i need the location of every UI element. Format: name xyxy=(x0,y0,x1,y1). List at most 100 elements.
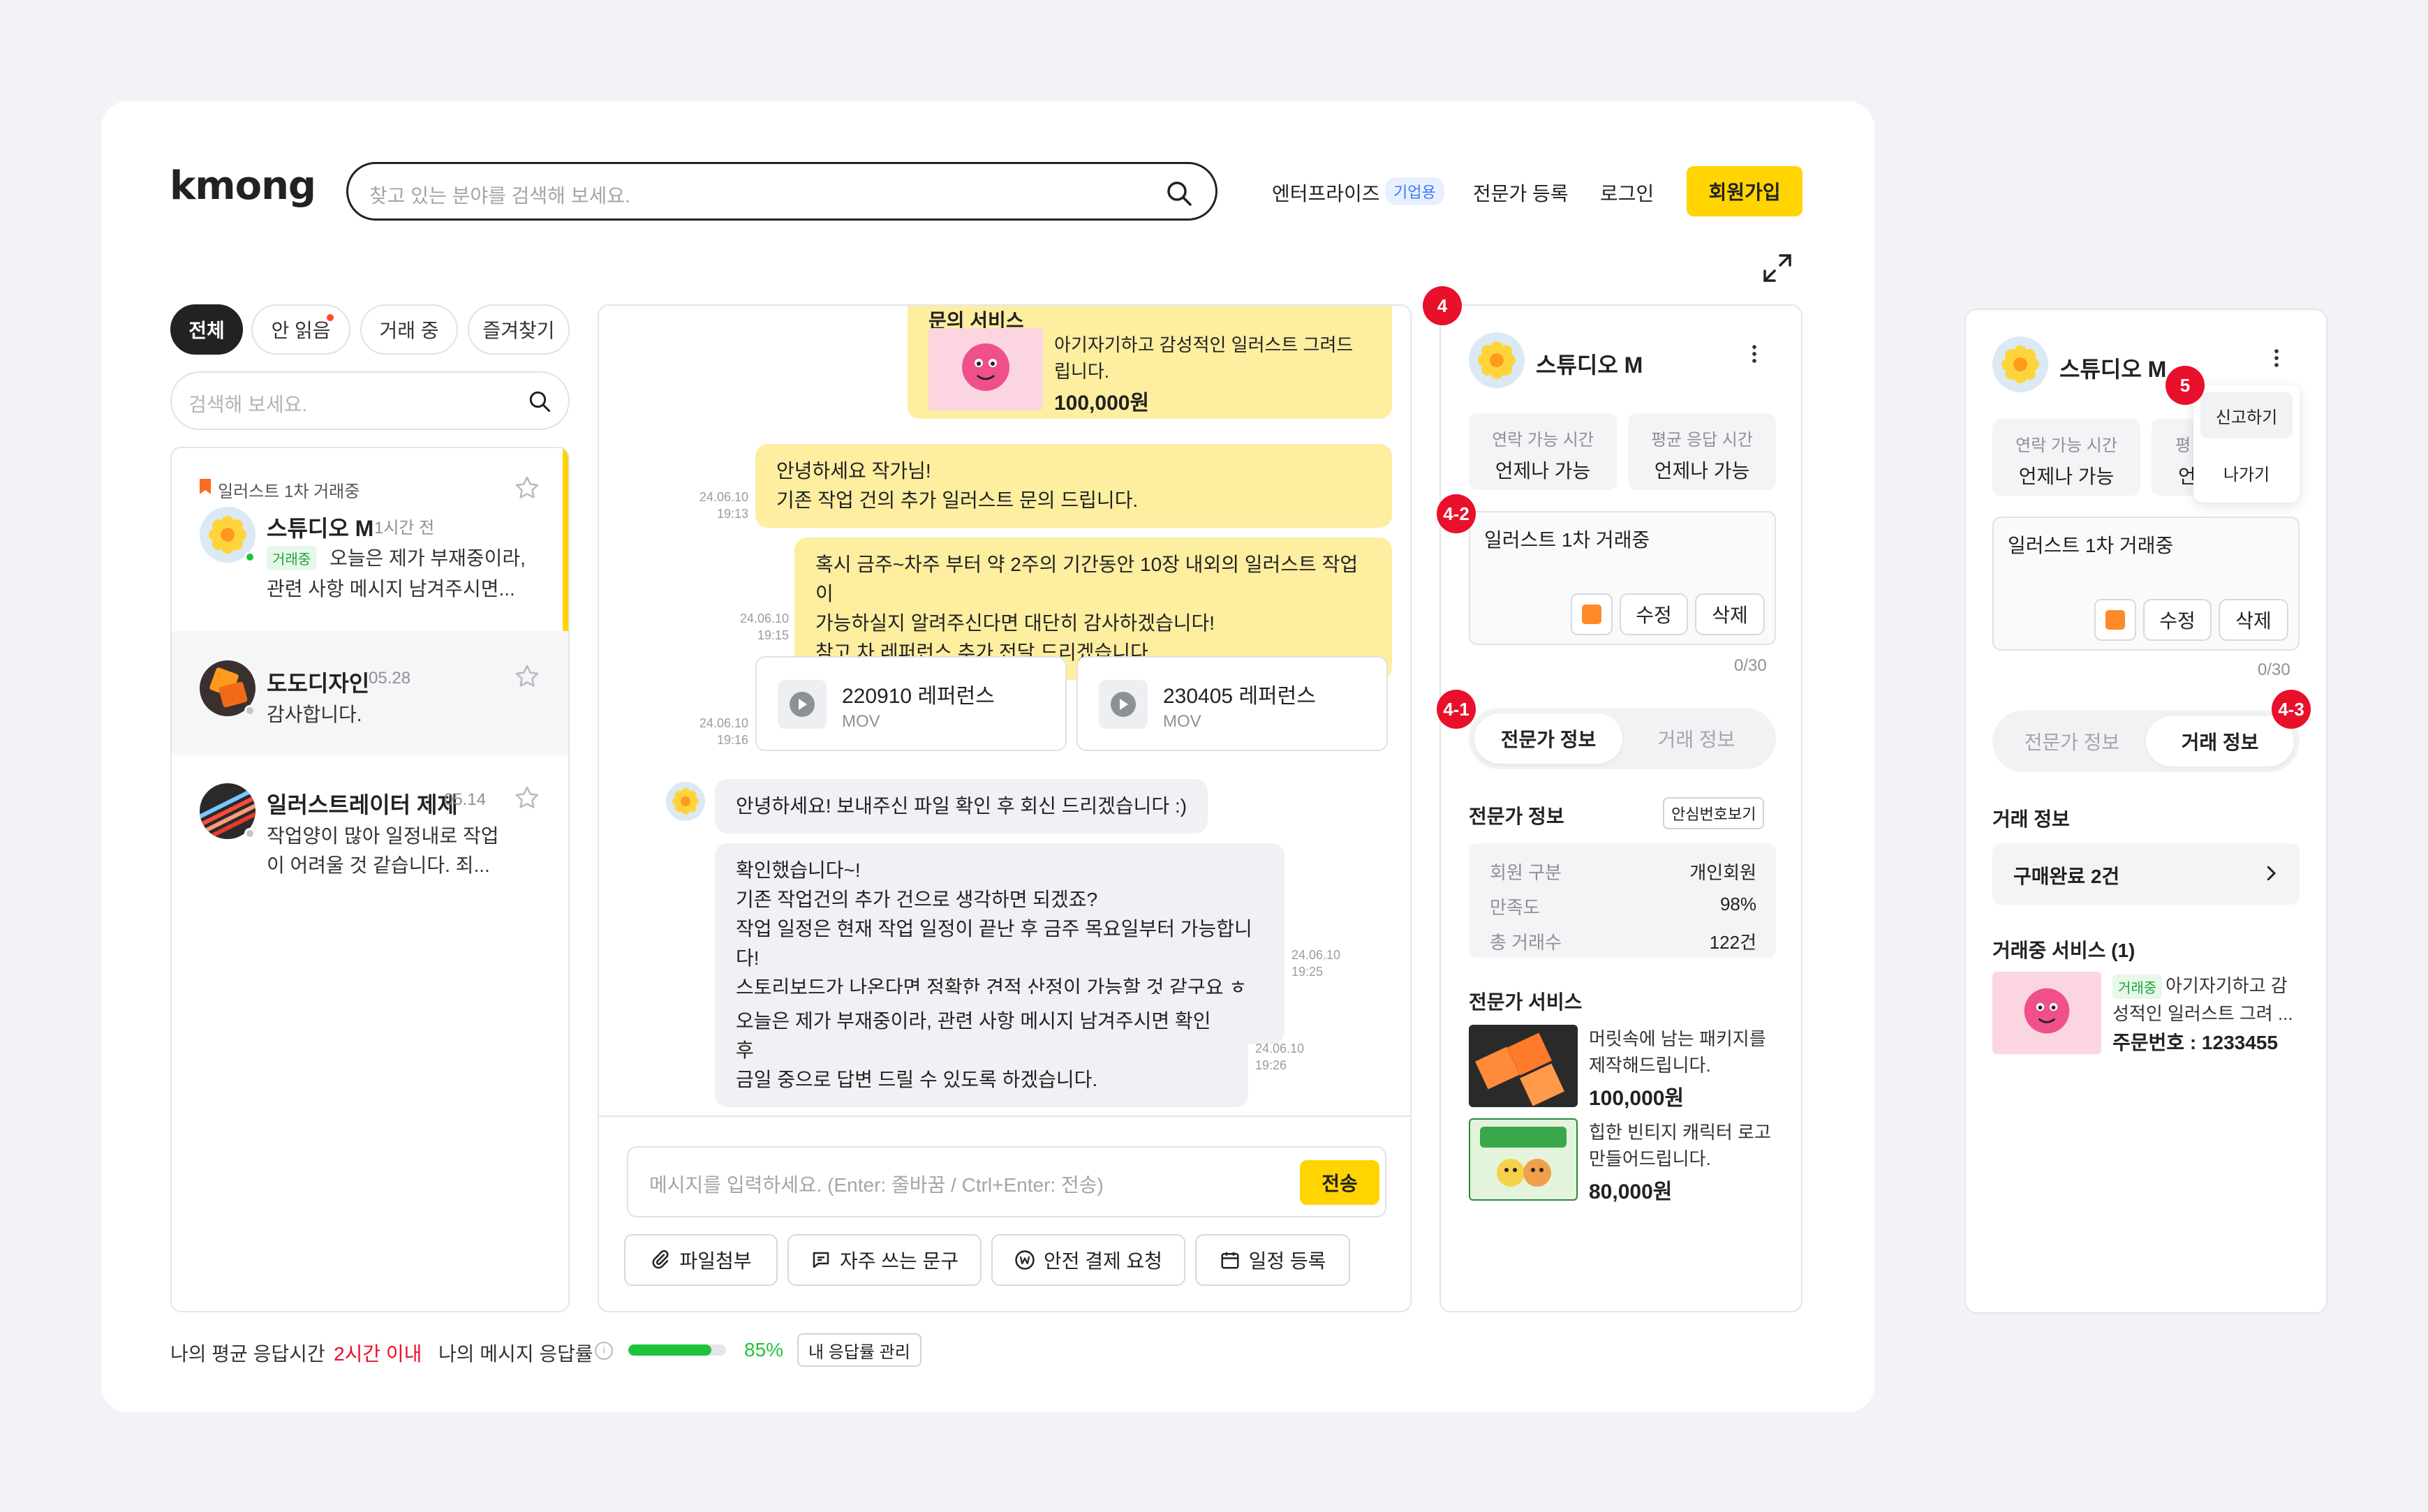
unread-dot xyxy=(327,314,334,321)
timestamp: 24.06.10 19:25 xyxy=(1291,947,1359,980)
nav-login[interactable]: 로그인 xyxy=(1600,179,1654,207)
attach-file-button[interactable]: 파일첨부 xyxy=(624,1234,778,1286)
expert-stats: 회원 구분 개인회원 만족도 98% 총 거래수 122건 xyxy=(1469,843,1776,958)
annotation-badge-4-3: 4-3 xyxy=(2272,690,2311,729)
profile-tabs: 전문가 정보 거래 정보 xyxy=(1992,711,2300,772)
message-line: 혹시 금주~차주 부터 약 2주의 기간동안 10장 내외의 일러스트 작업이 xyxy=(815,554,1359,605)
search-icon[interactable] xyxy=(528,390,552,413)
profile-name: 스튜디오 M xyxy=(1536,353,1643,378)
frequent-phrases-button[interactable]: 자주 쓰는 문구 xyxy=(787,1234,982,1286)
safe-number-button[interactable]: 안심번호보기 xyxy=(1663,797,1765,829)
header-search-input[interactable]: 찾고 있는 분야를 검색해 보세요. xyxy=(346,162,1217,221)
response-time-box: 평균 응답 시간 언제나 가능 xyxy=(1628,413,1776,490)
conversation-time: 05.28 xyxy=(369,669,411,688)
contact-time-label: 연락 가능 시간 xyxy=(1492,431,1594,450)
profile-name: 스튜디오 M xyxy=(2059,357,2167,382)
chevron-right-icon xyxy=(2267,866,2277,881)
safe-payment-label: 안전 결제 요청 xyxy=(1043,1250,1163,1272)
file-type: MOV xyxy=(1163,712,1201,731)
star-icon[interactable] xyxy=(514,475,540,501)
total-trades-label: 총 거래수 xyxy=(1490,932,1562,953)
service-thumbnail xyxy=(1469,1118,1578,1201)
star-icon[interactable] xyxy=(514,663,540,690)
purchase-complete-row[interactable]: 구매완료 2건 xyxy=(1992,843,2300,905)
order-number: 주문번호 : 1233455 xyxy=(2112,1032,2278,1053)
total-trades-value: 122건 xyxy=(1709,932,1756,953)
expand-icon[interactable] xyxy=(1762,253,1793,283)
list-search-input[interactable]: 검색해 보세요. xyxy=(170,371,570,430)
nav-expert-register[interactable]: 전문가 등록 xyxy=(1473,179,1569,207)
schedule-button[interactable]: 일정 등록 xyxy=(1195,1234,1350,1286)
info-icon[interactable]: i xyxy=(595,1342,613,1360)
conversation-list: 일러스트 1차 거래중 스튜디오 M 1시간 전 거래중 오늘은 제가 부재중이… xyxy=(170,447,570,1312)
search-icon[interactable] xyxy=(1165,179,1193,207)
memo-box[interactable]: 일러스트 1차 거래중 수정 삭제 xyxy=(1469,511,1776,645)
trade-info-title: 거래 정보 xyxy=(1992,808,2070,830)
expert-services-title: 전문가 서비스 xyxy=(1469,991,1583,1013)
more-vertical-icon[interactable] xyxy=(2265,346,2288,370)
message-line: 금일 중으로 답변 드릴 수 있도록 하겠습니다. xyxy=(736,1069,1098,1090)
tab-expert-info[interactable]: 전문가 정보 xyxy=(1998,716,2146,766)
inquiry-service-card[interactable]: 문의 서비스 아기자기하고 감성적인 일러스트 그려드 립니다. 100,000… xyxy=(908,306,1392,419)
timestamp-time: 19:16 xyxy=(716,733,748,747)
file-attachment[interactable]: 230405 레퍼런스 MOV xyxy=(1076,656,1388,751)
manage-response-rate-button[interactable]: 내 응답률 관리 xyxy=(797,1333,921,1367)
timestamp: 24.06.10 19:26 xyxy=(1255,1040,1322,1074)
color-swatch xyxy=(2105,610,2125,630)
tab-expert-info[interactable]: 전문가 정보 xyxy=(1474,713,1622,764)
conversation-preview: 이 어려울 것 같습니다. 죄... xyxy=(267,854,490,876)
paperclip-icon xyxy=(653,1250,669,1269)
memo-text: 일러스트 1차 거래중 xyxy=(2008,535,2174,556)
contact-time-box: 연락 가능 시간 언제나 가능 xyxy=(1469,413,1617,490)
memo-text: 일러스트 1차 거래중 xyxy=(1484,529,1650,551)
avg-response-label: 나의 평균 응답시간 xyxy=(170,1343,325,1365)
filter-trading[interactable]: 거래 중 xyxy=(360,304,458,355)
memo-box[interactable]: 일러스트 1차 거래중 수정 삭제 xyxy=(1992,517,2300,651)
online-dot xyxy=(244,828,256,839)
service-thumbnail xyxy=(1992,972,2101,1054)
filter-all[interactable]: 전체 xyxy=(170,304,243,355)
satisfaction-value: 98% xyxy=(1719,894,1756,914)
safe-payment-button[interactable]: 안전 결제 요청 xyxy=(991,1234,1185,1286)
memo-color-button[interactable] xyxy=(1571,593,1613,635)
menu-item-report[interactable]: 신고하기 xyxy=(2200,392,2293,438)
tab-trade-info[interactable]: 거래 정보 xyxy=(2146,716,2294,766)
conversation-item[interactable]: 일러스트 1차 거래중 스튜디오 M 1시간 전 거래중 오늘은 제가 부재중이… xyxy=(172,448,568,631)
memo-delete-button[interactable]: 삭제 xyxy=(2219,599,2288,641)
service-desc: 머릿속에 남는 패키지를 xyxy=(1589,1028,1766,1049)
received-message: 안녕하세요! 보내주신 파일 확인 후 회신 드리겠습니다 :) xyxy=(715,779,1208,833)
conversation-item[interactable]: 일러스트레이터 제제 05.14 작업양이 많아 일정내로 작업 이 어려울 것… xyxy=(172,755,568,895)
timestamp-date: 24.06.10 xyxy=(1291,948,1341,962)
tab-trade-info[interactable]: 거래 정보 xyxy=(1622,713,1770,764)
file-attachment[interactable]: 220910 레퍼런스 MOV xyxy=(755,656,1067,751)
kmong-logo[interactable]: kmong xyxy=(170,163,316,209)
message-input[interactable]: 메시지를 입력하세요. (Enter: 줄바꿈 / Ctrl+Enter: 전송… xyxy=(627,1146,1386,1217)
service-item[interactable]: 힙한 빈티지 캐릭터 로고 만들어드립니다. 80,000원 xyxy=(1469,1118,1776,1203)
annotation-badge-4-1: 4-1 xyxy=(1437,690,1476,729)
contact-time-value: 언제나 가능 xyxy=(2018,466,2115,487)
inquiry-service-desc: 립니다. xyxy=(1054,361,1109,382)
send-button[interactable]: 전송 xyxy=(1300,1160,1379,1205)
nav-enterprise[interactable]: 엔터프라이즈 xyxy=(1272,179,1380,207)
timestamp-date: 24.06.10 xyxy=(699,716,748,730)
filter-favorites[interactable]: 즐겨찾기 xyxy=(468,304,570,355)
filter-unread[interactable]: 안 읽음 xyxy=(251,304,350,355)
avg-response-value: 2시간 이내 xyxy=(334,1343,422,1365)
memo-color-button[interactable] xyxy=(2094,599,2136,641)
memo-delete-button[interactable]: 삭제 xyxy=(1695,593,1765,635)
file-type: MOV xyxy=(842,712,880,731)
memo-edit-button[interactable]: 수정 xyxy=(2143,599,2212,641)
service-desc: 힙한 빈티지 캐릭터 로고 xyxy=(1589,1122,1771,1143)
trading-service-item[interactable]: 거래중 아기자기하고 감 성적인 일러스트 그려 ... 주문번호 : 1233… xyxy=(1992,972,2300,1055)
more-vertical-icon[interactable] xyxy=(1742,342,1766,366)
star-icon[interactable] xyxy=(514,785,540,811)
signup-button[interactable]: 회원가입 xyxy=(1687,166,1803,216)
memo-edit-button[interactable]: 수정 xyxy=(1620,593,1688,635)
received-message: 오늘은 제가 부재중이라, 관련 사항 메시지 남겨주시면 확인 후 금일 중으… xyxy=(715,994,1248,1107)
timestamp: 24.06.10 19:13 xyxy=(681,489,748,522)
service-item[interactable]: 머릿속에 남는 패키지를 제작해드립니다. 100,000원 xyxy=(1469,1025,1776,1110)
conversation-item[interactable]: 도도디자인 05.28 감사합니다. xyxy=(172,631,568,755)
chat-panel: 문의 서비스 아기자기하고 감성적인 일러스트 그려드 립니다. 100,000… xyxy=(598,304,1412,1312)
conversation-tag: 일러스트 1차 거래중 xyxy=(218,482,360,501)
menu-item-leave[interactable]: 나가기 xyxy=(2200,450,2293,496)
